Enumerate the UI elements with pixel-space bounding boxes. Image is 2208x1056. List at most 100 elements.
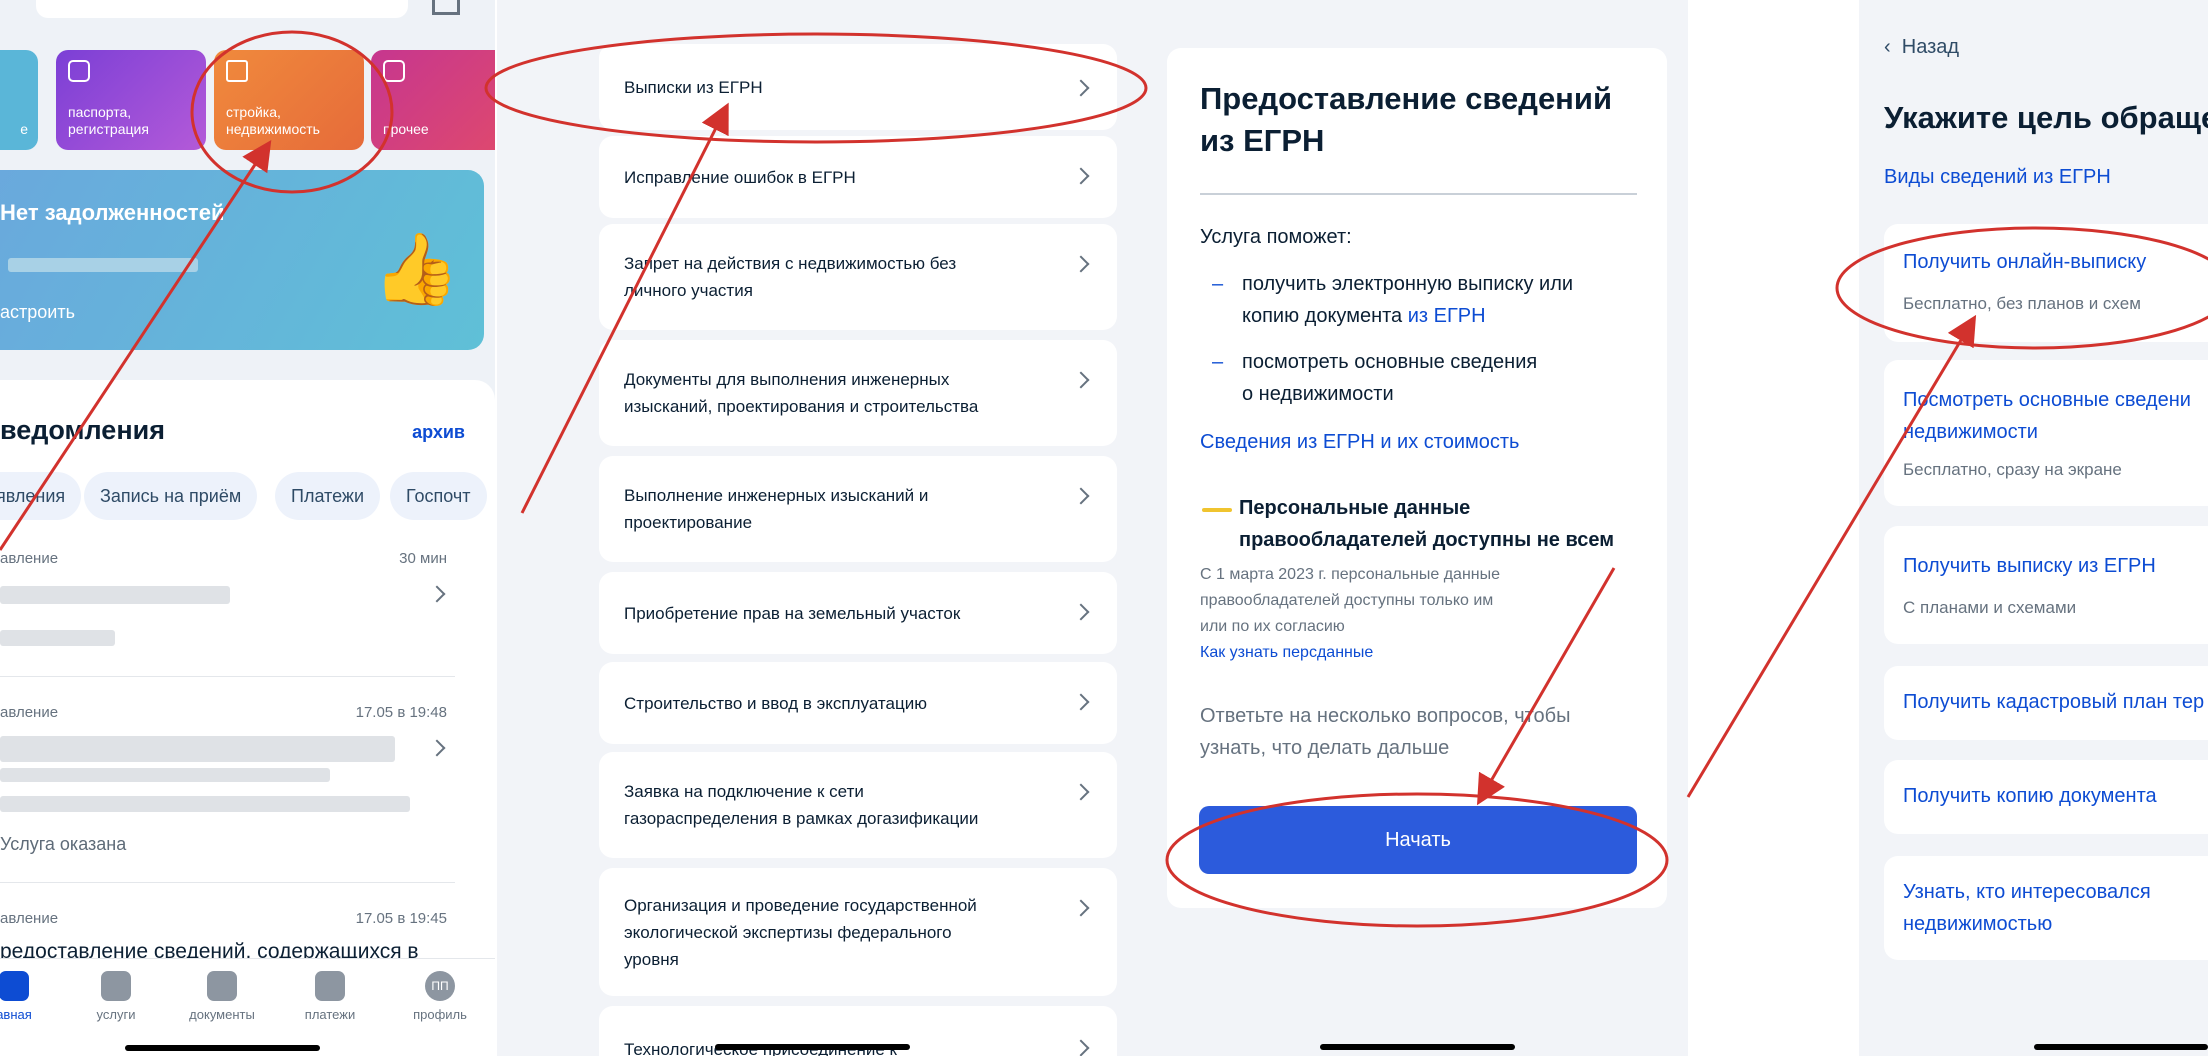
page-title: Укажите цель обраще [1884,100,2208,135]
divider [0,676,455,677]
blurred-text [0,736,395,762]
cost-link[interactable]: Сведения из ЕГРН и их стоимость [1200,426,1519,458]
scan-icon[interactable] [432,0,460,15]
category-tile-passport[interactable]: паспорта, регистрация [56,50,206,150]
tab-services[interactable]: услуги [66,971,166,1022]
purpose-selection-screen: ‹ Назад Укажите цель обраще Виды сведени… [1688,0,2208,1056]
category-tile-other[interactable]: прочее [371,50,495,150]
documents-icon [207,971,237,1001]
wallet-icon [315,971,345,1001]
notifications-title: ведомления [0,415,165,445]
tab-label: авная [0,1007,32,1022]
archive-link[interactable]: архив [412,422,465,443]
bottom-tab-bar: авная услуги документы платежи ПП профил… [0,958,495,1056]
notification-time: 17.05 в 19:45 [355,910,447,927]
option-view-basic-info[interactable]: Посмотреть основные сведени недвижимости … [1884,360,2208,506]
item-label: Организация и проведение государственной… [624,895,977,969]
list-item-ecological-expertise[interactable]: Организация и проведение государственной… [599,868,1117,996]
option-online-extract[interactable]: Получить онлайн-выписку Бесплатно, без п… [1884,224,2208,342]
notification-item[interactable]: авление 30 мин [0,550,475,700]
personal-data-link[interactable]: Как узнать персданные [1200,644,1373,661]
debts-banner[interactable]: Нет задолженностей астроить 👍 [0,170,484,350]
option-cadastral-plan[interactable]: Получить кадастровый план тер [1884,666,2208,740]
back-button[interactable]: ‹ Назад [1884,36,1959,59]
option-document-copy[interactable]: Получить копию документа [1884,760,2208,834]
helps-heading: Услуга поможет: [1200,226,1352,248]
gosuslugi-home-screen: е паспорта, регистрация стройка, недвижимо… [0,0,495,1056]
bullet-text: посмотреть основные сведения о недвижимос… [1242,351,1538,405]
bullet-dash: – [1212,273,1224,295]
chip-applications[interactable]: аявления [0,472,82,520]
chevron-right-icon [1072,371,1090,389]
option-subtitle: Бесплатно, без планов и схем [1903,294,2141,313]
chevron-right-icon [428,585,446,603]
tab-label: документы [189,1007,255,1022]
list-item-land-rights[interactable]: Приобретение прав на земельный участок [599,572,1117,654]
notification-time: 17.05 в 19:48 [355,704,447,721]
tile-label: паспорта, регистрация [68,104,149,137]
list-item-egrn-extracts[interactable]: Выписки из ЕГРН [599,44,1117,130]
option-title: Получить кадастровый план тер [1903,691,2205,713]
tab-home[interactable]: авная [0,971,64,1022]
notification-status: Услуга оказана [0,834,127,854]
tab-profile[interactable]: ПП профиль [390,971,490,1022]
blurred-text [0,768,330,782]
option-title: Посмотреть основные сведени недвижимости [1903,389,2191,443]
chip-payments[interactable]: Платежи [275,472,381,520]
chevron-left-icon: ‹ [1884,36,1891,58]
thumbs-up-icon: 👍 [372,230,460,308]
construction-services-list: Выписки из ЕГРН Исправление ошибок в ЕГР… [497,0,1147,1056]
chevron-right-icon [1072,783,1090,801]
tab-payments[interactable]: платежи [280,971,380,1022]
chevron-right-icon [428,739,446,757]
chevron-right-icon [1072,79,1090,97]
option-who-inquired[interactable]: Узнать, кто интересовался недвижимостью [1884,856,2208,960]
notification-type: авление [0,704,59,721]
list-item-construction-commissioning[interactable]: Строительство и ввод в эксплуатацию [599,662,1117,744]
blurred-text [0,796,410,812]
chevron-right-icon [1072,255,1090,273]
search-bar[interactable] [36,0,408,18]
divider [0,882,455,883]
bullet-dash: – [1212,351,1224,373]
back-label: Назад [1901,36,1960,58]
list-item-engineering-documents[interactable]: Документы для выполнения инженерных изыск… [599,340,1117,446]
service-title: Предоставление сведений из ЕГРН [1200,81,1613,158]
chip-appointment[interactable]: Запись на приём [84,472,258,520]
tab-documents[interactable]: документы [172,971,272,1022]
home-indicator [2034,1044,2208,1050]
services-icon [101,971,131,1001]
list-item-engineering-surveys[interactable]: Выполнение инженерных изысканий и проекти… [599,456,1117,562]
banner-action[interactable]: астроить [0,302,75,323]
notification-type: авление [0,910,59,927]
chevron-right-icon [1072,603,1090,621]
list-item-egrn-corrections[interactable]: Исправление ошибок в ЕГРН [599,136,1117,218]
list-item-ban-actions[interactable]: Запрет на действия с недвижимостью без ли… [599,224,1117,330]
chevron-right-icon [1072,1039,1090,1056]
warning-text: С 1 марта 2023 г. персональные данные пра… [1200,566,1501,661]
notifications-card: ведомления архив аявления Запись на приё… [0,380,495,1056]
start-button[interactable]: Начать [1199,806,1637,874]
option-egrn-extract[interactable]: Получить выписку из ЕГРН С планами и схе… [1884,526,2208,644]
category-tile-construction[interactable]: стройка, недвижимость [214,50,364,150]
notification-type: авление [0,550,59,567]
item-label: Заявка на подключение к сети газораспреде… [624,782,979,828]
tab-label: услуги [96,1007,136,1022]
tab-label: платежи [304,1007,356,1022]
chip-mail[interactable]: Госпочт [390,472,487,520]
chevron-right-icon [1072,899,1090,917]
category-tile-first[interactable]: е [0,50,38,150]
tab-label: профиль [413,1007,467,1022]
questions-hint: Ответьте на несколько вопросов, чтобы узн… [1200,705,1571,759]
notification-item[interactable]: авление 17.05 в 19:48 Услуга оказана [0,704,475,884]
divider [1200,193,1637,195]
chevron-right-icon [1072,487,1090,505]
list-item-gas-connection[interactable]: Заявка на подключение к сети газораспреде… [599,752,1117,858]
item-label: Строительство и ввод в эксплуатацию [624,693,927,713]
home-indicator [125,1045,320,1051]
item-label: Исправление ошибок в ЕГРН [624,167,856,187]
egrn-link[interactable]: из ЕГРН [1408,305,1486,327]
house-icon [226,60,248,82]
warning-marker [1202,508,1232,512]
option-title: Узнать, кто интересовался недвижимостью [1903,881,2151,935]
